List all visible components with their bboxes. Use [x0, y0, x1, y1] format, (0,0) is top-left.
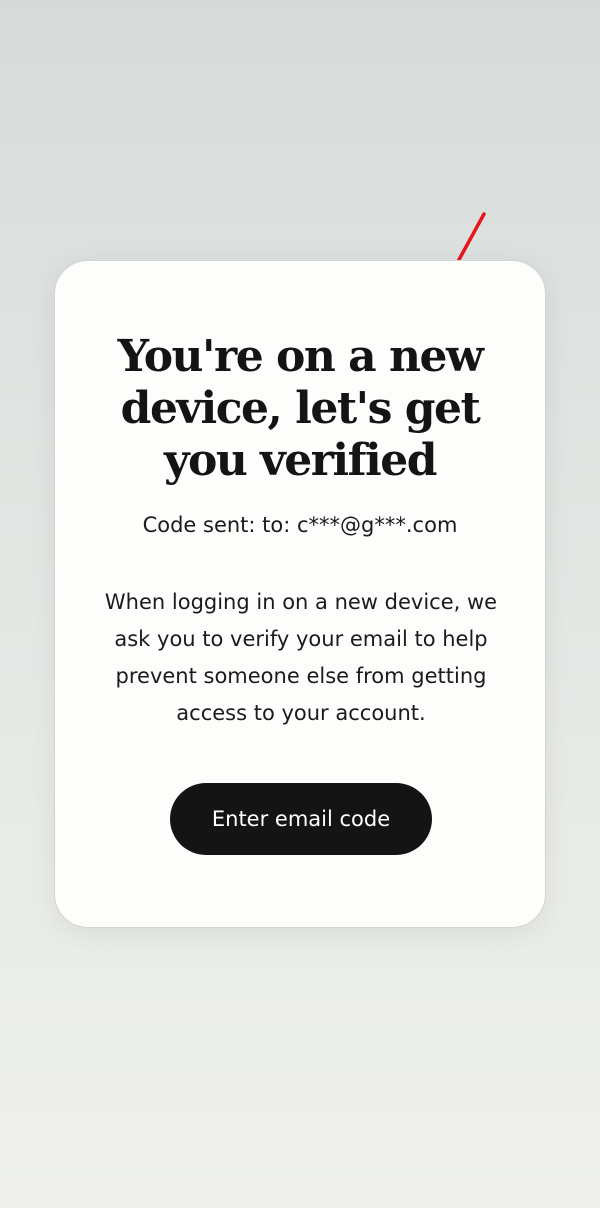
- page: { "dialog": { "title": "You're on a new …: [0, 0, 600, 1208]
- dialog-title: You're on a new device, let's get you ve…: [117, 331, 484, 486]
- verification-description: When logging in on a new device, we ask …: [104, 590, 498, 725]
- code-sent-text: Code sent: to: c***@g***.com: [142, 513, 458, 537]
- verification-card: You're on a new device, let's get you ve…: [54, 260, 546, 928]
- enter-email-code-button[interactable]: Enter email code: [170, 783, 432, 855]
